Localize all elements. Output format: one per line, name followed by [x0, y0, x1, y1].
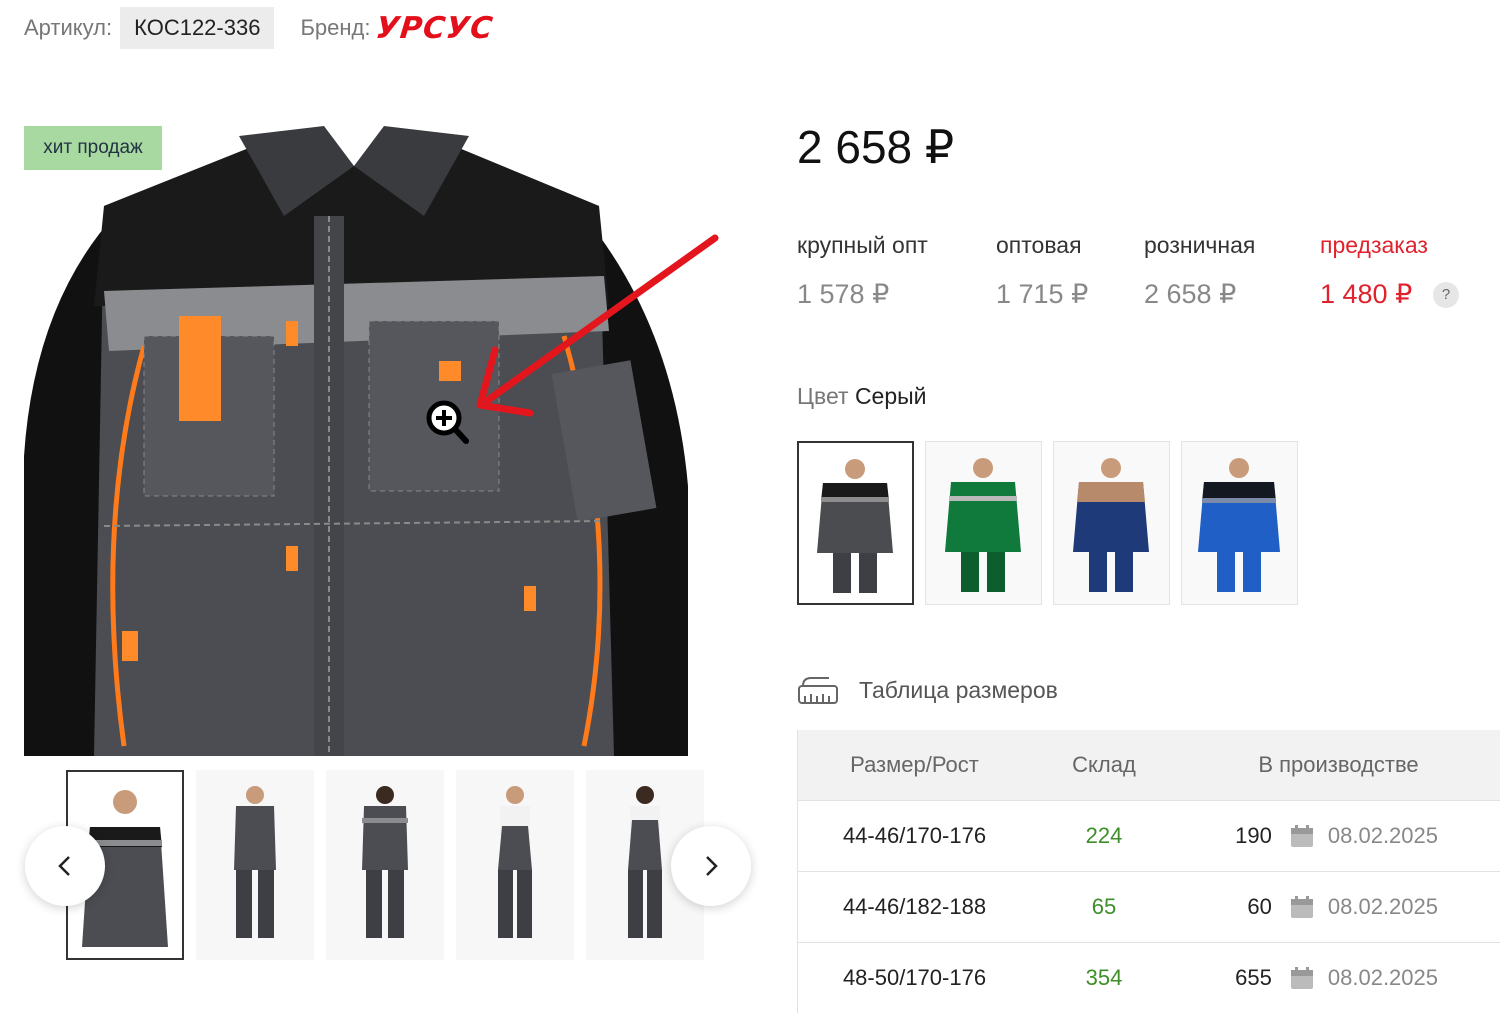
thumbnail[interactable] [196, 770, 314, 960]
prev-thumbnail-button[interactable] [25, 826, 105, 906]
size-availability-table: Размер/Рост Склад В производстве 44-46/1… [797, 730, 1500, 1013]
table-row: 44-46/182-188 65 60 08.02.2025 [798, 872, 1500, 943]
price-tier-bulk: крупный опт 1 578 ₽ [797, 232, 977, 310]
brand-logo[interactable]: УРСУС [375, 11, 496, 46]
stock-cell: 65 [1031, 872, 1177, 943]
ruler-icon [797, 674, 839, 706]
size-cell: 44-46/182-188 [798, 872, 1032, 943]
sku-value[interactable]: КОС122-336 [120, 7, 274, 49]
thumbnail[interactable] [326, 770, 444, 960]
annotation-arrow-icon [460, 230, 730, 435]
production-date: 08.02.2025 [1328, 894, 1438, 920]
production-cell: 190 08.02.2025 [1177, 801, 1500, 872]
column-header: Склад [1031, 730, 1177, 801]
size-cell: 44-46/170-176 [798, 801, 1032, 872]
production-qty: 655 [1212, 965, 1272, 991]
table-row: 44-46/170-176 224 190 08.02.2025 [798, 801, 1500, 872]
production-date: 08.02.2025 [1328, 965, 1438, 991]
product-meta: Артикул: КОС122-336 Бренд: УРСУС [24, 6, 494, 50]
chevron-left-icon [55, 854, 75, 878]
price-tier-value: 1 480 ₽ [1320, 279, 1500, 310]
color-swatch-blue[interactable] [1181, 441, 1298, 605]
size-table-title: Таблица размеров [859, 677, 1058, 704]
table-header-row: Размер/Рост Склад В производстве [798, 730, 1500, 801]
stock-cell: 354 [1031, 943, 1177, 1013]
price-tier-label: крупный опт [797, 232, 977, 259]
current-price: 2 658 ₽ [797, 120, 954, 174]
price-tier-label: розничная [1144, 232, 1324, 259]
price-tier-value: 1 578 ₽ [797, 279, 977, 310]
price-tier-preorder: предзаказ 1 480 ₽ [1320, 232, 1500, 310]
calendar-icon [1290, 895, 1314, 919]
size-cell: 48-50/170-176 [798, 943, 1032, 1013]
next-thumbnail-button[interactable] [671, 826, 751, 906]
production-cell: 655 08.02.2025 [1177, 943, 1500, 1013]
column-header: В производстве [1177, 730, 1500, 801]
price-tier-retail: розничная 2 658 ₽ [1144, 232, 1324, 310]
stock-cell: 224 [1031, 801, 1177, 872]
table-row: 48-50/170-176 354 655 08.02.2025 [798, 943, 1500, 1013]
color-swatch-navy[interactable] [1053, 441, 1170, 605]
production-qty: 60 [1212, 894, 1272, 920]
column-header: Размер/Рост [798, 730, 1032, 801]
thumbnail[interactable] [456, 770, 574, 960]
production-date: 08.02.2025 [1328, 823, 1438, 849]
calendar-icon [1290, 966, 1314, 990]
price-tier-label: предзаказ [1320, 232, 1500, 259]
preorder-help-icon[interactable]: ? [1433, 282, 1459, 308]
size-table-link[interactable]: Таблица размеров [797, 674, 1058, 706]
production-qty: 190 [1212, 823, 1272, 849]
chevron-right-icon [701, 854, 721, 878]
main-product-image[interactable] [24, 126, 688, 756]
price-tier-value: 2 658 ₽ [1144, 279, 1324, 310]
bestseller-badge: хит продаж [24, 126, 162, 170]
production-cell: 60 08.02.2025 [1177, 872, 1500, 943]
brand-label: Бренд: [300, 15, 370, 41]
color-swatch-green[interactable] [925, 441, 1042, 605]
color-value: Серый [855, 383, 927, 409]
color-swatch-gray[interactable] [797, 441, 914, 605]
calendar-icon [1290, 824, 1314, 848]
thumbnail-strip [66, 770, 706, 960]
color-key: Цвет [797, 383, 849, 409]
sku-label: Артикул: [24, 15, 112, 41]
color-label: Цвет Серый [797, 383, 927, 410]
